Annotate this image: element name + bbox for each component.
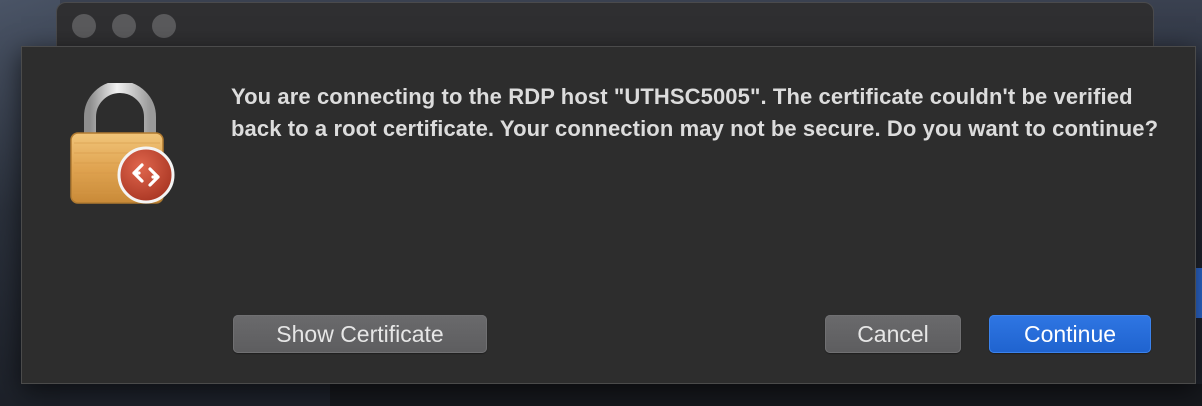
remote-desktop-icon bbox=[117, 146, 175, 204]
close-window-button[interactable] bbox=[72, 14, 96, 38]
continue-button[interactable]: Continue bbox=[989, 315, 1151, 353]
lock-icon bbox=[70, 83, 175, 204]
desktop-accent bbox=[1196, 268, 1202, 318]
desktop-background-bottom bbox=[330, 384, 1202, 406]
alert-message: You are connecting to the RDP host "UTHS… bbox=[231, 84, 1159, 141]
zoom-window-button[interactable] bbox=[152, 14, 176, 38]
show-certificate-button[interactable]: Show Certificate bbox=[233, 315, 487, 353]
certificate-warning-dialog: You are connecting to the RDP host "UTHS… bbox=[21, 46, 1196, 384]
minimize-window-button[interactable] bbox=[112, 14, 136, 38]
cancel-button[interactable]: Cancel bbox=[825, 315, 961, 353]
